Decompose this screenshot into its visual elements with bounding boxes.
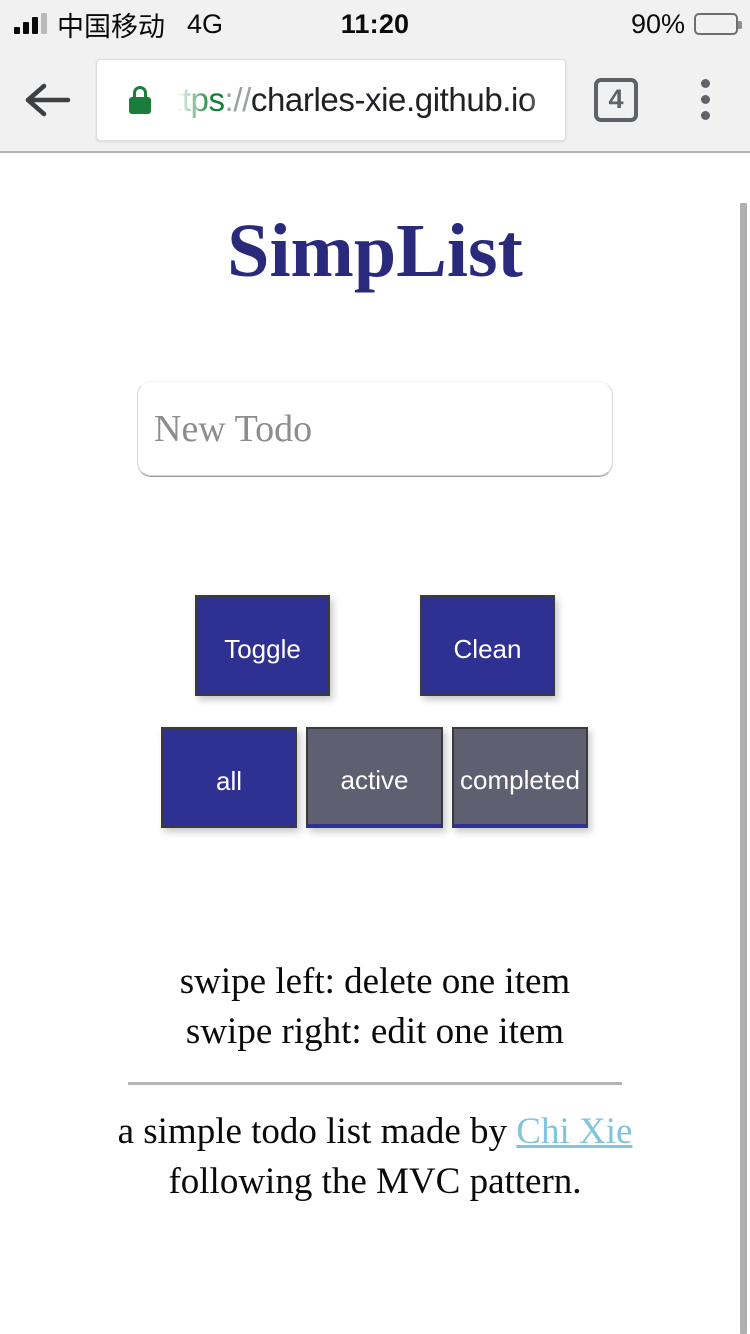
divider <box>128 1081 622 1085</box>
new-todo-field-wrapper <box>0 381 750 477</box>
back-arrow-icon[interactable] <box>0 47 96 152</box>
tab-switcher-button[interactable]: 4 <box>594 77 638 122</box>
footer-line-2: following the MVC pattern. <box>168 1160 582 1202</box>
author-link[interactable]: Chi Xie <box>516 1111 632 1152</box>
ios-status-bar: 中国移动 4G 11:20 90% <box>0 0 750 48</box>
hint-swipe-left: swipe left: delete one item <box>179 961 571 1002</box>
footer-line-1: a simple todo list made by Chi Xie <box>0 1107 750 1157</box>
filter-button-row: all active completed <box>0 727 750 831</box>
filter-all-button[interactable]: all <box>161 727 297 828</box>
address-bar[interactable]: https://charles-xie.github.io <box>96 58 566 141</box>
url-host: charles-xie.github.io <box>250 80 536 118</box>
toggle-button[interactable]: Toggle <box>195 595 330 696</box>
page-footer: a simple todo list made by Chi Xie follo… <box>0 1107 750 1298</box>
three-dot-menu-icon[interactable] <box>680 65 730 135</box>
page-viewport: SimpList Toggle Clean all active complet… <box>0 155 750 1334</box>
action-button-row: Toggle Clean <box>0 595 750 699</box>
url-text-container: https://charles-xie.github.io <box>173 76 565 123</box>
filter-active-button[interactable]: active <box>306 727 443 828</box>
url-separator: :// <box>224 80 252 118</box>
status-bar-right: 90% <box>630 8 742 40</box>
battery-percentage-label: 90% <box>630 8 685 39</box>
url-scheme: https <box>173 80 225 118</box>
hint-swipe-right: swipe right: edit one item <box>185 1011 565 1053</box>
filter-completed-button[interactable]: completed <box>452 727 588 828</box>
page-title: SimpList <box>227 209 523 293</box>
url-text: https://charles-xie.github.io <box>173 81 536 119</box>
page-content: SimpList Toggle Clean all active complet… <box>0 213 750 1297</box>
todo-list <box>0 477 750 595</box>
battery-icon <box>694 13 742 35</box>
clean-button[interactable]: Clean <box>420 595 555 696</box>
vertical-scrollbar-thumb[interactable] <box>740 203 747 1334</box>
vertical-scrollbar-track[interactable] <box>736 155 750 1334</box>
lock-icon <box>129 85 151 114</box>
new-todo-input[interactable] <box>137 381 613 477</box>
browser-toolbar: https://charles-xie.github.io 4 <box>0 48 750 153</box>
gesture-hints: swipe left: delete one item swipe right:… <box>0 957 750 1058</box>
footer-credit-text: a simple todo list made by <box>117 1110 517 1152</box>
